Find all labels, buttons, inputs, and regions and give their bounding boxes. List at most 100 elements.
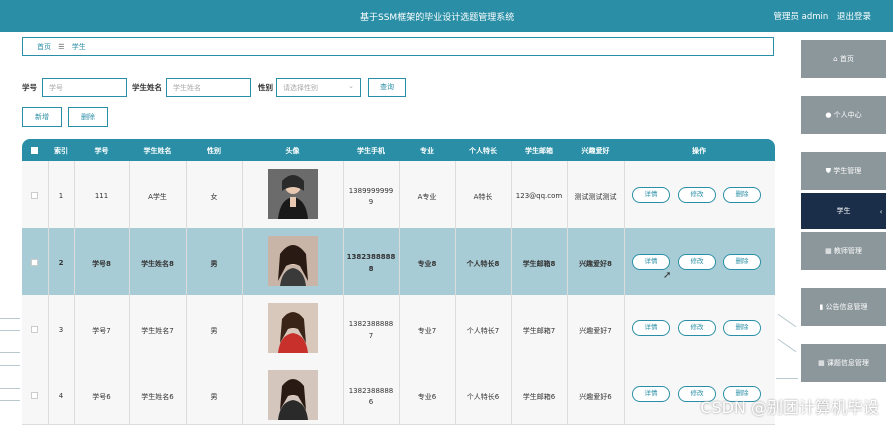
cell-phone-cont: 8 xyxy=(368,265,374,273)
column-divider xyxy=(74,161,75,424)
column-divider xyxy=(48,161,49,424)
cell-phone: 1382388888 xyxy=(346,253,396,261)
breadcrumb-home[interactable]: 首页 xyxy=(37,43,51,51)
chevron-down-icon: ⌄ xyxy=(348,82,354,90)
avatar xyxy=(268,370,318,420)
cell-name: A学生 xyxy=(148,193,167,201)
cell-name: 学生姓名6 xyxy=(141,393,174,401)
edit-button[interactable]: 修改 xyxy=(678,187,716,203)
cell-xuehao: 学号8 xyxy=(92,260,111,268)
sidebar-item-student-mgmt[interactable]: ⛊ 学生管理 xyxy=(801,152,886,190)
sidebar-item-notice-mgmt[interactable]: ▮ 公告信息管理 xyxy=(801,288,886,326)
decor-line xyxy=(0,365,20,366)
cell-xuehao: 111 xyxy=(94,192,109,200)
cell-special: A特长 xyxy=(473,193,493,201)
header-index: 索引 xyxy=(54,147,68,155)
gender-select[interactable]: 请选择性别 ⌄ xyxy=(276,78,361,97)
avatar xyxy=(268,236,318,286)
cell-major: 专业7 xyxy=(417,327,437,335)
cell-email: 学生邮箱8 xyxy=(522,260,556,268)
cell-major: A专业 xyxy=(417,193,437,201)
detail-button[interactable]: 详情 xyxy=(632,320,670,336)
sidebar-item-label: 学生管理 xyxy=(833,167,862,175)
column-divider xyxy=(242,161,243,424)
cell-email: 学生邮箱6 xyxy=(522,393,556,401)
sidebar-item-teacher-mgmt[interactable]: ▦ 教师管理 xyxy=(801,232,886,270)
row-checkbox[interactable] xyxy=(31,326,38,333)
xuehao-label: 学号 xyxy=(22,83,37,92)
cell-phone: 1389999999 xyxy=(348,187,394,195)
cell-major: 专业6 xyxy=(417,393,437,401)
cell-index: 2 xyxy=(58,259,64,267)
decor-line xyxy=(777,313,797,328)
cell-special: 个人特长6 xyxy=(466,393,500,401)
detail-button[interactable]: 详情 xyxy=(632,254,670,270)
name-input[interactable]: 学生姓名 xyxy=(166,78,251,97)
query-button[interactable]: 查询 xyxy=(368,78,406,97)
top-bar: 基于SSM框架的毕业设计选题管理系统 管理员 admin 退出登录 xyxy=(0,0,893,32)
gender-select-value: 请选择性别 xyxy=(283,84,318,92)
sidebar-item-topic-mgmt[interactable]: ▦ 课题信息管理 xyxy=(801,344,886,382)
cell-hobby: 兴趣爱好8 xyxy=(579,260,612,268)
row-delete-button[interactable]: 删除 xyxy=(723,187,761,203)
detail-button[interactable]: 详情 xyxy=(632,187,670,203)
sidebar-item-label: 个人中心 xyxy=(833,111,862,119)
header-email: 学生邮箱 xyxy=(525,147,553,155)
sidebar-item-home[interactable]: ⌂ 首页 xyxy=(801,40,886,78)
cell-special: 个人特长8 xyxy=(466,260,500,268)
cell-email: 123@qq.com xyxy=(515,192,563,200)
cell-gender: 男 xyxy=(210,393,218,401)
header-ops: 操作 xyxy=(692,147,706,155)
sidebar-item-label: 课题信息管理 xyxy=(826,359,869,367)
decor-line xyxy=(777,338,797,353)
watermark: CSDN @别团计算机毕设 xyxy=(700,398,879,417)
cell-hobby: 兴趣爱好6 xyxy=(579,393,612,401)
row-delete-button[interactable]: 删除 xyxy=(723,254,761,270)
cell-index: 4 xyxy=(58,392,64,400)
collapse-arrow-icon[interactable]: ‹ xyxy=(876,204,886,220)
cell-name: 学生姓名7 xyxy=(141,327,174,335)
row-checkbox[interactable] xyxy=(31,192,38,199)
cell-gender: 男 xyxy=(210,260,218,268)
user-label: 管理员 admin xyxy=(773,12,829,22)
gender-label: 性别 xyxy=(258,83,273,92)
grid-icon: ▦ xyxy=(818,359,827,367)
cell-index: 1 xyxy=(58,192,64,200)
column-divider xyxy=(624,161,625,424)
row-checkbox[interactable] xyxy=(31,259,38,266)
cell-index: 3 xyxy=(58,326,64,334)
sidebar-item-profile[interactable]: ● 个人中心 xyxy=(801,96,886,134)
decor-line xyxy=(0,352,20,353)
app-title: 基于SSM框架的毕业设计选题管理系统 xyxy=(360,13,515,23)
cell-email: 学生邮箱7 xyxy=(522,327,556,335)
sidebar-item-student[interactable]: 学生 xyxy=(801,193,886,229)
cell-phone-cont: 7 xyxy=(368,332,374,340)
logout-link[interactable]: 退出登录 xyxy=(837,12,871,22)
xuehao-input[interactable]: 学号 xyxy=(42,78,127,97)
column-divider xyxy=(511,161,512,424)
delete-button[interactable]: 删除 xyxy=(68,107,108,127)
edit-button[interactable]: 修改 xyxy=(678,254,716,270)
header-phone: 学生手机 xyxy=(357,147,385,155)
cursor-icon: ➚ xyxy=(663,270,672,281)
name-label: 学生姓名 xyxy=(132,83,162,92)
sidebar-item-label: 教师管理 xyxy=(833,247,862,255)
cell-xuehao: 学号6 xyxy=(92,393,111,401)
add-button[interactable]: 新增 xyxy=(22,107,62,127)
header-special: 个人特长 xyxy=(469,147,497,155)
header-major: 专业 xyxy=(420,147,434,155)
row-checkbox[interactable] xyxy=(31,392,38,399)
header-hobby: 兴趣爱好 xyxy=(581,147,610,155)
sidebar-item-label: 首页 xyxy=(839,55,854,63)
select-all-checkbox[interactable] xyxy=(31,147,38,154)
decor-line xyxy=(0,318,20,319)
cell-hobby: 兴趣爱好7 xyxy=(579,327,612,335)
decor-line xyxy=(776,378,798,379)
sidebar-item-label: 公告信息管理 xyxy=(825,303,868,311)
cell-phone: 1382388888 xyxy=(348,387,394,395)
row-delete-button[interactable]: 删除 xyxy=(723,320,761,336)
avatar xyxy=(268,169,318,219)
edit-button[interactable]: 修改 xyxy=(678,320,716,336)
breadcrumb-separator-icon: ☰ xyxy=(58,43,65,51)
detail-button[interactable]: 详情 xyxy=(632,386,670,402)
